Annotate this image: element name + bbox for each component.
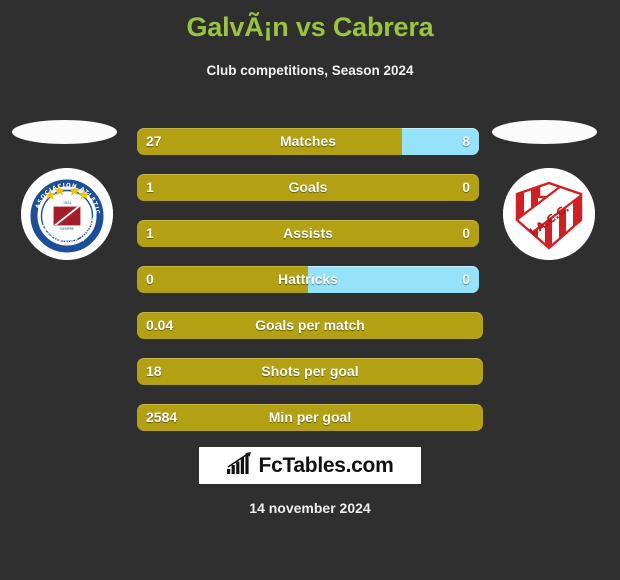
stat-comparison-page: GalvÃ¡n vs Cabrera Club competitions, Se… [0,0,620,580]
stat-value-home: 27 [146,133,162,149]
stat-value-away: 0 [462,225,470,241]
stat-bar-home [137,358,483,385]
stat-row: 1 0 Goals [137,174,479,201]
stat-bar-home [137,404,483,431]
stat-value-home: 0 [146,271,154,287]
stat-value-home: 1 [146,179,154,195]
stat-bar-home [137,174,479,201]
stat-row: 2584 Min per goal [137,404,483,431]
stat-row: 0 0 Hattricks [137,266,479,293]
home-team-crest: 1904 SIEMPRE ASOCIACION ATLETICA ARGENTI… [21,168,113,260]
stat-value-away: 8 [462,133,470,149]
stat-bar-home [137,220,479,247]
away-team-crest: I.A.C.C. [503,168,595,260]
left-placeholder-ellipse [12,120,117,144]
stat-bar-away [308,266,479,293]
stat-value-away: 0 [462,179,470,195]
stat-value-home: 2584 [146,409,178,425]
stat-bar-home [137,266,308,293]
page-subtitle: Club competitions, Season 2024 [206,63,414,78]
stat-value-home: 18 [146,363,162,379]
stat-bar-home [137,128,402,155]
page-title: GalvÃ¡n vs Cabrera [186,12,434,42]
stat-value-home: 0.04 [146,317,174,333]
fctables-brand[interactable]: FcTables.com [199,447,421,484]
svg-text:SIEMPRE: SIEMPRE [60,227,74,231]
stat-row: 1 0 Assists [137,220,479,247]
generated-date: 14 november 2024 [249,500,371,516]
bar-chart-trend-icon [226,452,252,479]
stat-row: 0.04 Goals per match [137,312,483,339]
stat-bar-home [137,312,483,339]
right-placeholder-ellipse [492,120,597,144]
svg-text:1904: 1904 [63,201,71,205]
stat-row: 27 8 Matches [137,128,479,155]
stat-value-home: 1 [146,225,154,241]
stat-value-away: 0 [462,271,470,287]
stat-row: 18 Shots per goal [137,358,483,385]
brand-name: FcTables.com [258,453,394,477]
